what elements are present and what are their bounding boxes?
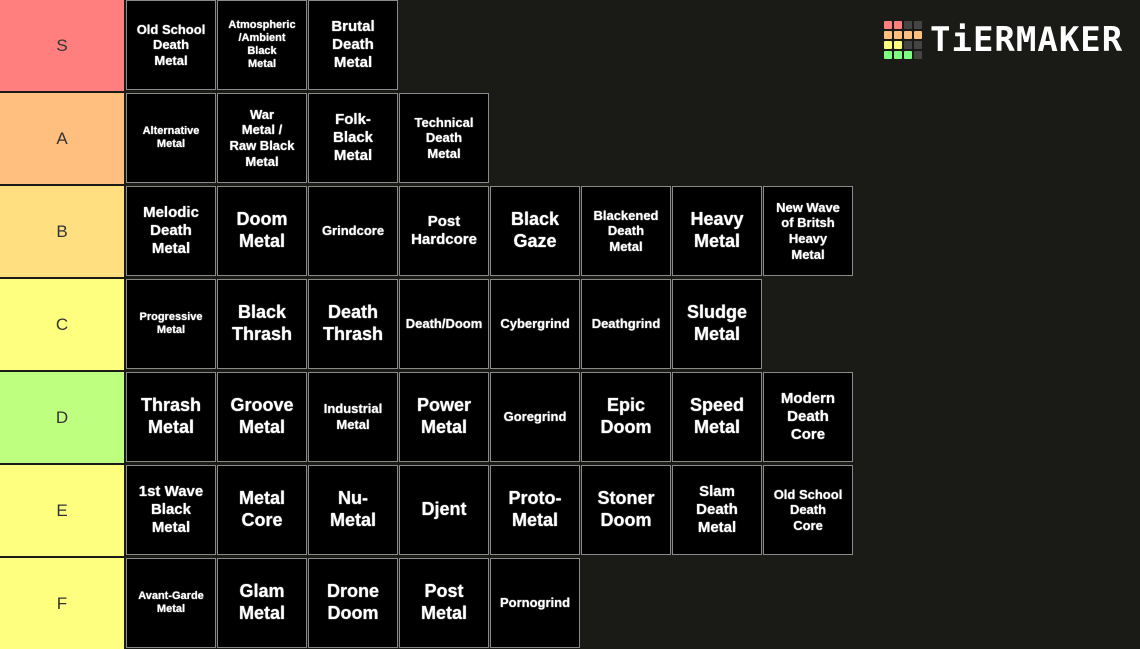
tier-item[interactable]: Alternative Metal bbox=[126, 93, 216, 183]
tier-item[interactable]: Blackened Death Metal bbox=[581, 186, 671, 276]
tier-item[interactable]: Doom Metal bbox=[217, 186, 307, 276]
tier-row-c: C Progressive Metal Black Thrash Death Thra… bbox=[0, 279, 1140, 370]
tier-item[interactable]: Grindcore bbox=[308, 186, 398, 276]
tier-item[interactable]: Death/Doom bbox=[399, 279, 489, 369]
tier-item[interactable]: Old School Death Metal bbox=[126, 0, 216, 90]
tier-label[interactable]: D bbox=[0, 372, 124, 463]
tier-items: Thrash Metal Groove Metal Industrial Metal… bbox=[124, 372, 854, 463]
tier-row-b: B Melodic Death Metal Doom Metal Grindcore P… bbox=[0, 186, 1140, 277]
tier-item[interactable]: Black Gaze bbox=[490, 186, 580, 276]
tier-item[interactable]: Cybergrind bbox=[490, 279, 580, 369]
tier-item[interactable]: Post Metal bbox=[399, 558, 489, 648]
tier-items: Melodic Death Metal Doom Metal Grindcore Po… bbox=[124, 186, 854, 277]
tier-items: 1st Wave Black Metal Metal Core Nu- Metal D… bbox=[124, 465, 854, 556]
tier-label[interactable]: E bbox=[0, 465, 124, 556]
tier-item[interactable]: Speed Metal bbox=[672, 372, 762, 462]
tier-item[interactable]: Black Thrash bbox=[217, 279, 307, 369]
tier-item[interactable]: Brutal Death Metal bbox=[308, 0, 398, 90]
tier-label[interactable]: S bbox=[0, 0, 124, 91]
tier-item[interactable]: Post Hardcore bbox=[399, 186, 489, 276]
tier-item[interactable]: 1st Wave Black Metal bbox=[126, 465, 216, 555]
tier-items: Progressive Metal Black Thrash Death Thras… bbox=[124, 279, 763, 370]
tier-item[interactable]: Stoner Doom bbox=[581, 465, 671, 555]
tier-item[interactable]: War Metal / Raw Black Metal bbox=[217, 93, 307, 183]
tier-row-d: D Thrash Metal Groove Metal Industrial Meta… bbox=[0, 372, 1140, 463]
tier-item[interactable]: Atmospheric /Ambient Black Metal bbox=[217, 0, 307, 90]
tier-item[interactable]: Slam Death Metal bbox=[672, 465, 762, 555]
tier-item[interactable]: Sludge Metal bbox=[672, 279, 762, 369]
tier-item[interactable]: Modern Death Core bbox=[763, 372, 853, 462]
tier-item[interactable]: Proto- Metal bbox=[490, 465, 580, 555]
tier-label[interactable]: F bbox=[0, 558, 124, 649]
tier-items: Old School Death Metal Atmospheric /Ambie… bbox=[124, 0, 399, 91]
tier-item[interactable]: Technical Death Metal bbox=[399, 93, 489, 183]
tier-item[interactable]: Melodic Death Metal bbox=[126, 186, 216, 276]
tier-item[interactable]: Epic Doom bbox=[581, 372, 671, 462]
tier-items: Alternative Metal War Metal / Raw Black M… bbox=[124, 93, 490, 184]
tier-item[interactable]: Pornogrind bbox=[490, 558, 580, 648]
tier-item[interactable]: Heavy Metal bbox=[672, 186, 762, 276]
tier-item[interactable]: Goregrind bbox=[490, 372, 580, 462]
tier-item[interactable]: Groove Metal bbox=[217, 372, 307, 462]
tier-item[interactable]: Thrash Metal bbox=[126, 372, 216, 462]
tier-items: Avant-Garde Metal Glam Metal Drone Doom Pos… bbox=[124, 558, 581, 649]
tier-item[interactable]: Deathgrind bbox=[581, 279, 671, 369]
tier-item[interactable]: Avant-Garde Metal bbox=[126, 558, 216, 648]
tier-item[interactable]: Drone Doom bbox=[308, 558, 398, 648]
tier-item[interactable]: Old School Death Core bbox=[763, 465, 853, 555]
tier-row-f: F Avant-Garde Metal Glam Metal Drone Doom Po… bbox=[0, 558, 1140, 649]
tier-item[interactable]: Industrial Metal bbox=[308, 372, 398, 462]
tier-item[interactable]: Folk- Black Metal bbox=[308, 93, 398, 183]
tier-item[interactable]: New Wave of Britsh Heavy Metal bbox=[763, 186, 853, 276]
tier-row-a: A Alternative Metal War Metal / Raw Black … bbox=[0, 93, 1140, 184]
tier-item[interactable]: Power Metal bbox=[399, 372, 489, 462]
tier-item[interactable]: Metal Core bbox=[217, 465, 307, 555]
tier-item[interactable]: Nu- Metal bbox=[308, 465, 398, 555]
tier-item[interactable]: Progressive Metal bbox=[126, 279, 216, 369]
tier-item[interactable]: Death Thrash bbox=[308, 279, 398, 369]
tier-label[interactable]: C bbox=[0, 279, 124, 370]
tier-row-s: S Old School Death Metal Atmospheric /Ambi… bbox=[0, 0, 1140, 91]
tier-item[interactable]: Glam Metal bbox=[217, 558, 307, 648]
tier-row-e: E 1st Wave Black Metal Metal Core Nu- Metal… bbox=[0, 465, 1140, 556]
tier-item[interactable]: Djent bbox=[399, 465, 489, 555]
tier-label[interactable]: B bbox=[0, 186, 124, 277]
tier-label[interactable]: A bbox=[0, 93, 124, 184]
